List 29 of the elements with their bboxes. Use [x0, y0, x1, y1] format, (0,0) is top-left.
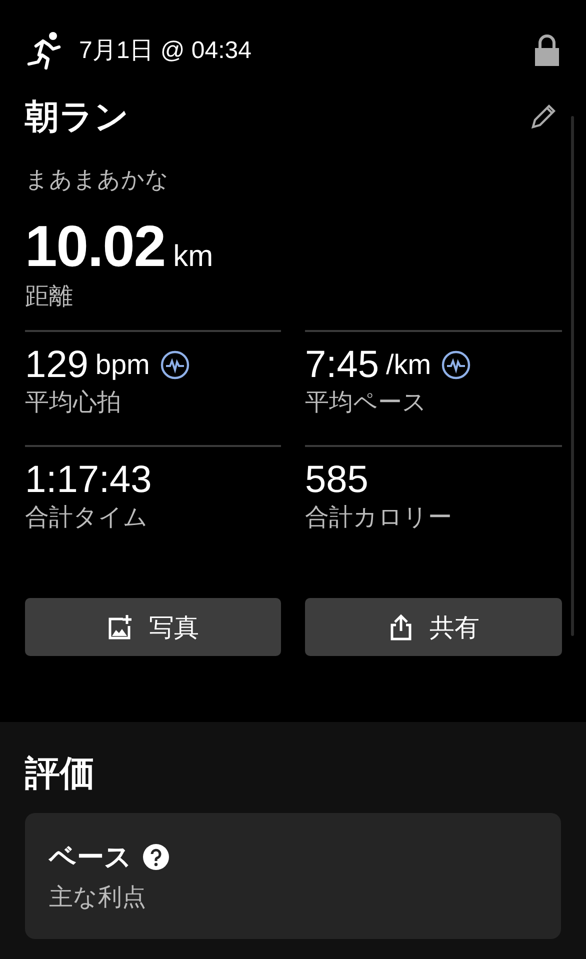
stat-label: 平均ペース [305, 388, 428, 418]
scrollbar[interactable] [571, 116, 574, 636]
lock-icon[interactable] [533, 34, 561, 66]
distance-value: 10.02 [25, 213, 166, 280]
card-title: ベース [49, 841, 132, 874]
stat-value: 7:45 [305, 344, 379, 386]
heartbeat-icon[interactable] [160, 350, 190, 380]
activity-date: 7月1日 @ 04:34 [79, 36, 252, 66]
share-button[interactable]: 共有 [305, 598, 562, 656]
stat-value: 129 [25, 344, 88, 386]
photo-button[interactable]: 写真 [25, 598, 281, 656]
heartbeat-icon[interactable] [441, 350, 472, 380]
stat-label: 合計カロリー [305, 503, 453, 533]
evaluation-card[interactable]: ベース 主な利点 [25, 813, 561, 939]
stat-label: 合計タイム [25, 503, 149, 533]
card-subtitle: 主な利点 [49, 883, 147, 913]
activity-description: まあまあかな [25, 165, 170, 194]
help-icon[interactable] [142, 843, 170, 871]
add-photo-icon [107, 613, 133, 641]
stat-unit: bpm [95, 349, 150, 381]
stat-value: 1:17:43 [25, 458, 152, 502]
distance-label: 距離 [25, 282, 74, 312]
activity-title: 朝ラン [25, 97, 129, 138]
distance-unit: km [173, 240, 214, 274]
section-title: 評価 [25, 753, 96, 795]
stat-value: 585 [305, 458, 368, 502]
stat-label: 平均心拍 [25, 388, 122, 418]
pencil-icon[interactable] [529, 103, 557, 131]
stat-unit: /km [386, 349, 432, 381]
